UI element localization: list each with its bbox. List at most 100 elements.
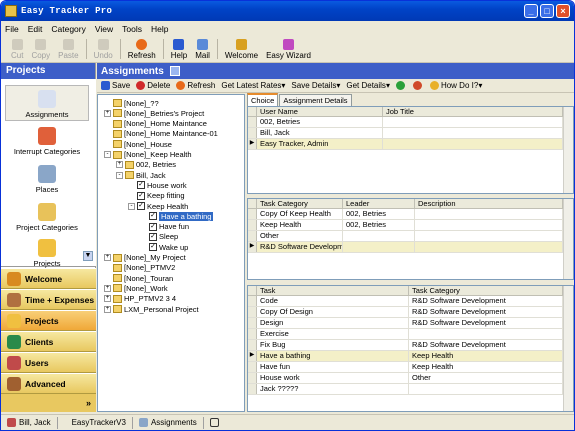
column-header[interactable]: Leader	[343, 199, 415, 208]
column-header[interactable]: Task	[257, 286, 409, 295]
table-cell[interactable]: Keep Health	[409, 351, 563, 361]
tree-expander[interactable]: +	[104, 254, 111, 261]
tree-node[interactable]: [None]_Touran	[104, 273, 173, 283]
vertical-scrollbar[interactable]	[563, 199, 573, 279]
tree-node[interactable]: +002, Betries	[116, 160, 176, 170]
status-help-icon[interactable]	[204, 417, 228, 429]
tree-node[interactable]: ✓ Keep fitting	[128, 191, 185, 201]
undo-button[interactable]: Undo	[90, 36, 117, 62]
table-cell[interactable]	[343, 242, 415, 252]
checkbox-icon[interactable]: ✓	[149, 212, 157, 221]
get-latest-rates-button[interactable]: Get Latest Rates ▾	[221, 81, 285, 90]
delete-button[interactable]: Delete	[136, 81, 170, 90]
table-row[interactable]: Fix Bug R&D Software Development	[248, 340, 573, 351]
table-row[interactable]: Copy Of Keep Health 002, Betries	[248, 209, 573, 220]
checkbox-icon[interactable]: ✓	[137, 181, 145, 190]
table-cell[interactable]: 002, Betries	[343, 220, 415, 230]
table-row[interactable]: Other	[248, 231, 573, 242]
tree-node[interactable]: ✓ Have a bathing	[140, 211, 214, 221]
table-cell[interactable]	[383, 128, 563, 138]
maximize-button[interactable]: □	[540, 4, 554, 18]
tree-node[interactable]: - [None]_Keep Health	[104, 150, 192, 160]
table-cell[interactable]: Other	[257, 231, 343, 241]
save-button[interactable]: Save	[101, 81, 130, 90]
menu-file[interactable]: File	[5, 24, 19, 34]
table-cell[interactable]: Code	[257, 296, 409, 306]
table-cell[interactable]: Copy Of Design	[257, 307, 409, 317]
column-header[interactable]: Task Category	[257, 199, 343, 208]
column-header[interactable]: Task Category	[409, 286, 563, 295]
menu-tools[interactable]: Tools	[122, 24, 142, 34]
table-cell[interactable]	[383, 139, 563, 149]
table-cell[interactable]: Easy Tracker, Admin	[257, 139, 383, 149]
panel-refresh-button[interactable]: Refresh	[176, 81, 215, 90]
table-row[interactable]: Bill, Jack	[248, 128, 573, 139]
scroll-down-button[interactable]: ▼	[83, 251, 93, 261]
table-row[interactable]: Code R&D Software Development	[248, 296, 573, 307]
tree-node[interactable]: + HP_PTMV2 3 4	[104, 294, 176, 304]
table-row[interactable]: Jack ?????	[248, 384, 573, 395]
expand-nav-button[interactable]: »	[1, 394, 96, 412]
tree-expander[interactable]: +	[104, 109, 111, 117]
tree-node[interactable]: [None]_??	[104, 98, 159, 108]
table-cell[interactable]: Design	[257, 318, 409, 328]
table-cell[interactable]	[415, 231, 563, 241]
copy-button[interactable]: Copy	[27, 36, 54, 62]
table-cell[interactable]: R&D Software Development	[409, 296, 563, 306]
menu-edit[interactable]: Edit	[28, 24, 43, 34]
table-cell[interactable]	[409, 384, 563, 394]
table-row[interactable]: House work Other	[248, 373, 573, 384]
nav-button-advanced[interactable]: Advanced	[1, 373, 96, 394]
vertical-scrollbar[interactable]	[563, 286, 573, 411]
cut-button[interactable]: Cut	[7, 36, 27, 62]
table-cell[interactable]: Keep Health	[409, 362, 563, 372]
menu-view[interactable]: View	[95, 24, 113, 34]
table-cell[interactable]: Exercise	[257, 329, 409, 339]
paste-button[interactable]: Paste	[54, 36, 82, 62]
tree-expander[interactable]: +	[104, 295, 111, 303]
tree-expander[interactable]: -	[116, 171, 123, 179]
tree-node[interactable]: ✓ Wake up	[140, 242, 188, 252]
table-cell[interactable]: Keep Health	[257, 220, 343, 230]
nav-item-projects[interactable]: Projects	[5, 239, 89, 268]
tree-expander[interactable]: +	[104, 284, 111, 292]
table-row[interactable]: ▶ Easy Tracker, Admin	[248, 139, 573, 150]
tree-node[interactable]: - Bill, Jack	[116, 170, 166, 180]
nav-item-assignments[interactable]: Assignments	[5, 85, 89, 121]
tree-node[interactable]: ✓ Have fun	[140, 222, 189, 232]
how-do-i-button[interactable]: How Do I? ▾	[429, 81, 482, 90]
table-cell[interactable]: R&D Software Developmer	[257, 242, 343, 252]
table-row[interactable]: ▶ Have a bathing Keep Health	[248, 351, 573, 362]
tree-expander[interactable]: -	[104, 151, 111, 158]
tree-node[interactable]: [None]_PTMV2	[104, 263, 175, 273]
close-button[interactable]: ×	[556, 4, 570, 18]
table-cell[interactable]: Other	[409, 373, 563, 383]
tree-expander[interactable]: +	[104, 305, 111, 313]
table-cell[interactable]: Bill, Jack	[257, 128, 383, 138]
nav-button-users[interactable]: Users	[1, 352, 96, 373]
table-cell[interactable]: Jack ?????	[257, 384, 409, 394]
pin-icon[interactable]	[169, 66, 180, 76]
table-cell[interactable]	[409, 329, 563, 339]
tree-expander[interactable]: -	[128, 202, 135, 210]
nav-button-projects[interactable]: Projects	[1, 310, 96, 331]
save-details-button[interactable]: Save Details ▾	[291, 81, 340, 90]
help-button[interactable]: Help	[167, 36, 191, 62]
get-details-button[interactable]: Get Details ▾	[346, 81, 390, 90]
table-cell[interactable]: R&D Software Development	[409, 318, 563, 328]
table-cell[interactable]: 002, Betries	[257, 117, 383, 127]
mail-button[interactable]: Mail	[191, 36, 214, 62]
tree-node[interactable]: [None]_House	[104, 139, 172, 149]
table-cell[interactable]: Have a bathing	[257, 351, 409, 361]
green-go-icon[interactable]	[395, 81, 407, 90]
column-header[interactable]: Description	[415, 199, 563, 208]
welcome-button[interactable]: Welcome	[221, 36, 262, 62]
table-cell[interactable]	[415, 209, 563, 219]
menu-help[interactable]: Help	[151, 24, 168, 34]
tab-choice[interactable]: Choice	[247, 93, 279, 106]
tree-node[interactable]: [None]_Home Maintance-01	[104, 129, 218, 139]
table-cell[interactable]: Fix Bug	[257, 340, 409, 350]
table-cell[interactable]	[383, 117, 563, 127]
checkbox-icon[interactable]: ✓	[149, 232, 157, 241]
tree-node[interactable]: [None]_Home Maintance	[104, 119, 207, 129]
